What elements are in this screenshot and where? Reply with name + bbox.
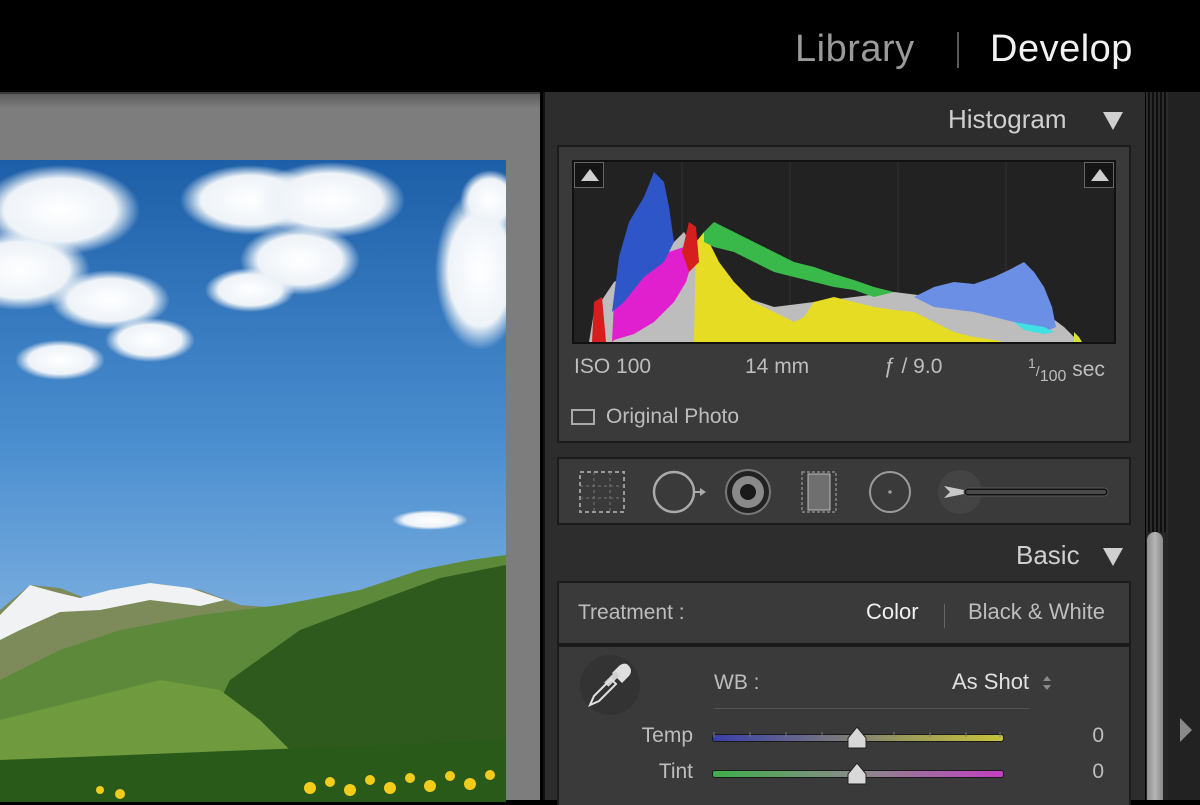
histogram-image <box>589 162 1082 342</box>
eyedropper-icon <box>588 663 631 707</box>
wb-label: WB : <box>714 671 760 694</box>
module-separator <box>957 32 959 68</box>
histogram-graph[interactable] <box>572 160 1116 344</box>
basic-title[interactable]: Basic <box>1016 540 1080 571</box>
crop-overlay-icon[interactable] <box>578 468 626 516</box>
highlight-clipping-toggle[interactable] <box>1084 162 1114 188</box>
treatment-separator <box>944 604 945 628</box>
treatment-label: Treatment : <box>578 601 685 624</box>
red-eye-icon[interactable] <box>724 468 772 516</box>
shadow-clipping-toggle[interactable] <box>574 162 604 188</box>
exif-shutter-unit: sec <box>1072 358 1105 381</box>
landscape-photo-image <box>0 160 506 802</box>
wb-underline <box>714 708 1029 709</box>
right-panel-edge <box>1168 92 1200 800</box>
original-photo-checkbox[interactable] <box>571 409 595 425</box>
scrollbar-track[interactable] <box>1146 92 1168 532</box>
spot-removal-icon[interactable] <box>652 468 706 516</box>
module-develop-link[interactable]: Develop <box>990 28 1133 71</box>
histogram-title[interactable]: Histogram <box>948 104 1066 135</box>
wb-dropdown-arrows-icon[interactable] <box>1040 672 1054 694</box>
expand-panel-arrow-icon[interactable] <box>1180 718 1192 742</box>
histogram-collapse-icon[interactable] <box>1103 112 1123 130</box>
wb-preset-dropdown[interactable]: As Shot <box>952 669 1029 695</box>
radial-filter-icon[interactable] <box>866 468 914 516</box>
module-picker: Library Develop <box>0 0 1200 90</box>
exif-shutter-denominator: 100 <box>1039 368 1067 386</box>
exif-shutter-speed: 1/100 sec <box>1028 355 1105 386</box>
tint-label: Tint <box>658 760 693 783</box>
viewer-shade <box>0 94 540 108</box>
adjustment-brush-icon[interactable] <box>936 468 1116 516</box>
exif-focal-length: 14 mm <box>745 355 810 378</box>
triangle-up-icon <box>581 169 599 181</box>
exif-aperture: ƒ / 9.0 <box>884 355 943 378</box>
temp-value[interactable]: 0 <box>1080 724 1104 748</box>
exif-iso: ISO 100 <box>574 355 652 378</box>
basic-collapse-icon[interactable] <box>1103 548 1123 566</box>
photo-viewer[interactable] <box>0 92 540 802</box>
treatment-color-option[interactable]: Color <box>866 599 919 625</box>
treatment-bw-option[interactable]: Black & White <box>968 599 1105 625</box>
exif-shutter-numerator: 1 <box>1028 355 1036 371</box>
temp-label: Temp <box>641 724 693 747</box>
graduated-filter-icon[interactable] <box>796 468 844 516</box>
original-photo-label: Original Photo <box>606 405 740 428</box>
scrollbar-thumb[interactable] <box>1147 532 1163 800</box>
main-photo[interactable] <box>0 160 506 802</box>
wb-selector-button[interactable] <box>580 655 640 715</box>
module-library-link[interactable]: Library <box>795 28 915 71</box>
triangle-up-icon <box>1091 169 1109 181</box>
tint-value[interactable]: 0 <box>1080 760 1104 784</box>
